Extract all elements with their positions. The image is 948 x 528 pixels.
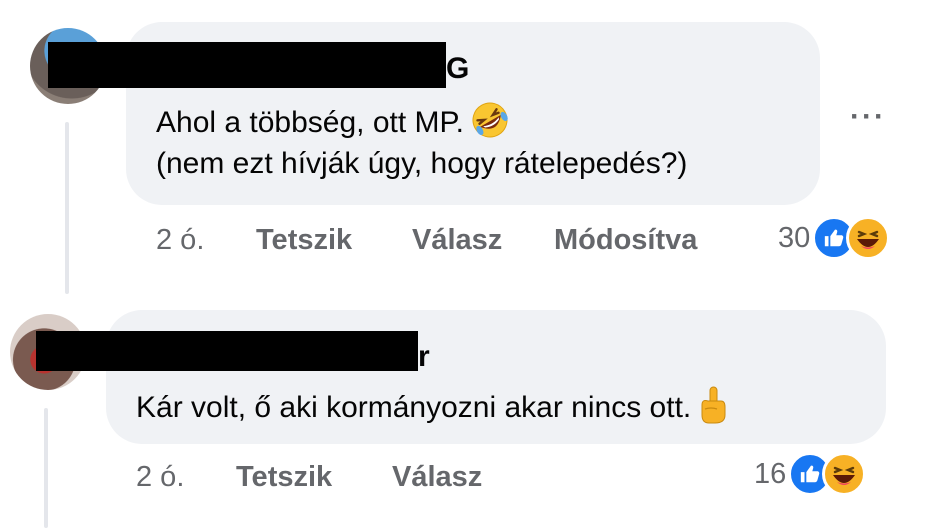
like-button[interactable]: Tetszik	[236, 461, 332, 494]
haha-icon	[846, 216, 891, 260]
reaction-count: 30	[778, 221, 811, 254]
comment-text-line: Kár volt, ő aki kormányozni akar nincs o…	[136, 390, 692, 424]
author-name[interactable]: G	[446, 52, 469, 86]
redacted-author-name	[36, 331, 418, 371]
haha-icon	[822, 452, 867, 496]
reaction-summary[interactable]: 30	[778, 216, 891, 260]
comment-time[interactable]: 2 ó.	[156, 224, 204, 257]
author-name[interactable]: r	[418, 340, 430, 374]
reply-button[interactable]: Válasz	[392, 461, 482, 494]
edited-label[interactable]: Módosítva	[554, 224, 697, 257]
thread-line	[65, 122, 69, 294]
thread-line	[44, 408, 48, 528]
more-options-button[interactable]: ···	[850, 100, 886, 134]
reaction-summary[interactable]: 16	[754, 452, 867, 496]
comment-text: Kár volt, ő aki kormányozni akar nincs o…	[136, 385, 727, 433]
index-pointing-up-emoji	[697, 385, 727, 433]
rolling-on-floor-laughing-emoji	[470, 100, 510, 148]
comment-text-line: Ahol a többség, ott MP.	[156, 105, 464, 139]
reaction-count: 16	[754, 457, 787, 490]
like-button[interactable]: Tetszik	[256, 224, 352, 257]
comment-text: Ahol a többség, ott MP.	[156, 100, 510, 148]
redacted-author-name	[48, 42, 446, 88]
comment-time[interactable]: 2 ó.	[136, 461, 184, 494]
comment-text-line: (nem ezt hívják úgy, hogy rátelepedés?)	[156, 147, 688, 180]
reply-button[interactable]: Válasz	[412, 224, 502, 257]
